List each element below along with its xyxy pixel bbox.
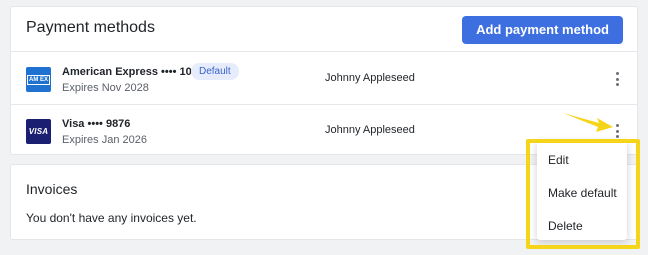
payment-methods-title: Payment methods — [26, 19, 155, 36]
default-badge: Default — [191, 63, 239, 80]
payment-method-row: AM EX American Express •••• 1009 Default… — [11, 53, 637, 105]
card-holder: Johnny Appleseed — [325, 72, 415, 84]
card-name: Visa •••• 9876 — [62, 118, 131, 130]
invoices-empty-message: You don't have any invoices yet. — [26, 211, 197, 225]
card-name: American Express •••• 1009 — [62, 66, 204, 78]
visa-logo-icon: VISA — [26, 119, 51, 144]
amex-logo-text: AM EX — [26, 74, 50, 85]
payment-methods-card: Payment methods Add payment method AM EX… — [10, 6, 638, 155]
pointer-arrow-icon — [563, 113, 613, 132]
card-expiry: Expires Jan 2026 — [62, 134, 147, 146]
payment-methods-header: Payment methods Add payment method — [11, 7, 637, 52]
invoices-title: Invoices — [26, 181, 78, 197]
add-payment-method-button[interactable]: Add payment method — [462, 16, 623, 44]
more-options-icon[interactable] — [611, 70, 623, 88]
amex-logo-icon: AM EX — [26, 67, 51, 92]
card-holder: Johnny Appleseed — [325, 124, 415, 136]
card-expiry: Expires Nov 2028 — [62, 82, 149, 94]
highlight-box — [526, 139, 640, 249]
